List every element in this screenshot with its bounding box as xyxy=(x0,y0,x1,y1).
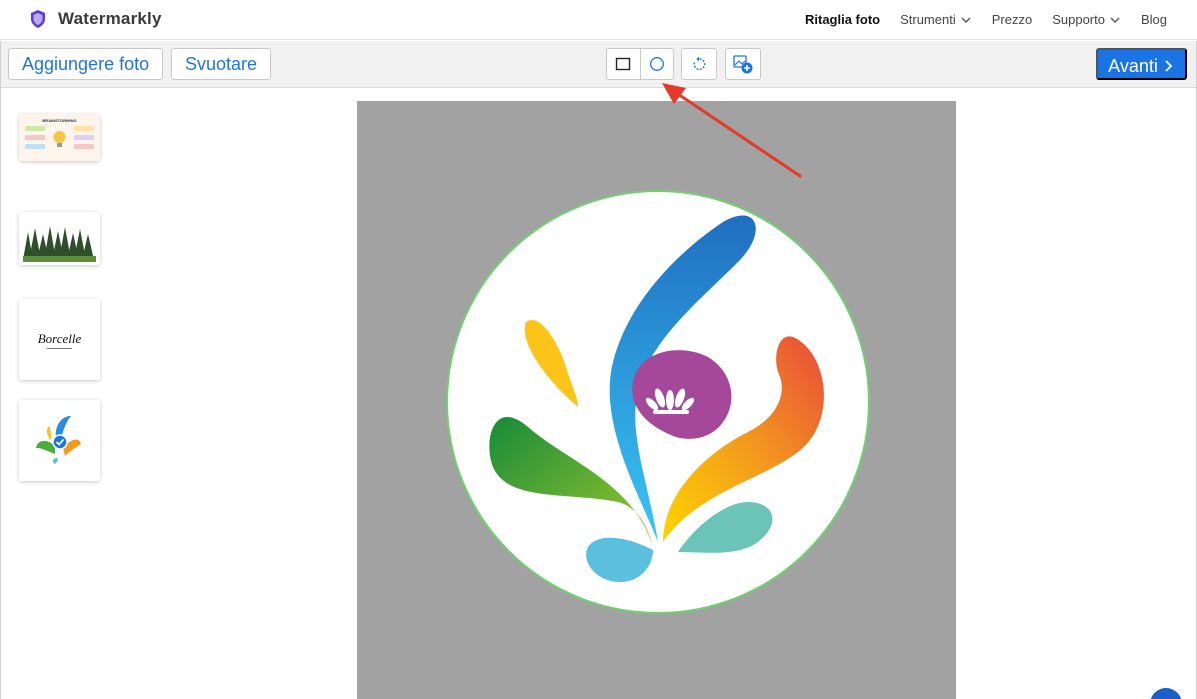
add-photos-button[interactable]: Aggiungere foto xyxy=(8,48,164,80)
next-button[interactable]: Avanti xyxy=(1096,48,1187,80)
nav-item-crop-photo[interactable]: Ritaglia foto xyxy=(805,12,880,27)
splash-logo-artwork xyxy=(489,215,824,583)
splash-logo-image xyxy=(19,400,100,481)
nav-item-tools[interactable]: Strumenti xyxy=(900,12,972,27)
help-chat-button[interactable] xyxy=(1150,688,1182,699)
infographic-title: BRAINSTORMING xyxy=(42,118,76,123)
clear-button[interactable]: Svuotare xyxy=(171,48,272,80)
forest-thumbnail[interactable] xyxy=(19,212,100,265)
nav-item-blog[interactable]: Blog xyxy=(1141,12,1167,27)
chevron-right-icon xyxy=(1165,60,1173,72)
borcelle-logo-text: Borcelle xyxy=(38,331,82,346)
left-edge xyxy=(0,41,1,699)
infographic-image: BRAINSTORMING xyxy=(19,114,100,161)
infographic-thumbnail[interactable]: BRAINSTORMING xyxy=(19,114,100,161)
shield-logo-icon xyxy=(31,10,45,28)
nav-item-price[interactable]: Prezzo xyxy=(992,12,1032,27)
brand[interactable]: Watermarkly xyxy=(28,9,162,29)
rectangle-crop-button[interactable] xyxy=(607,49,640,79)
annotation-arrow xyxy=(662,83,802,178)
circle-crop-area[interactable] xyxy=(446,190,870,614)
borcelle-logo-thumbnail[interactable]: Borcelle xyxy=(19,299,100,380)
borcelle-logo-image: Borcelle xyxy=(19,299,100,380)
forest-image xyxy=(19,212,100,265)
nav-item-support[interactable]: Supporto xyxy=(1052,12,1121,27)
splash-logo-thumbnail[interactable] xyxy=(19,400,100,481)
chevron-down-icon xyxy=(961,17,971,23)
chevron-down-icon xyxy=(1110,17,1120,23)
editor-toolbar: Aggiungere foto Svuotare Avanti xyxy=(0,41,1197,88)
rectangle-crop-icon xyxy=(616,57,631,71)
crop-canvas[interactable] xyxy=(357,101,956,699)
top-navigation: Watermarkly Ritaglia foto Strumenti Prez… xyxy=(0,0,1197,40)
brand-name: Watermarkly xyxy=(58,9,162,28)
nav-links: Ritaglia foto Strumenti Prezzo Supporto … xyxy=(805,12,1167,27)
